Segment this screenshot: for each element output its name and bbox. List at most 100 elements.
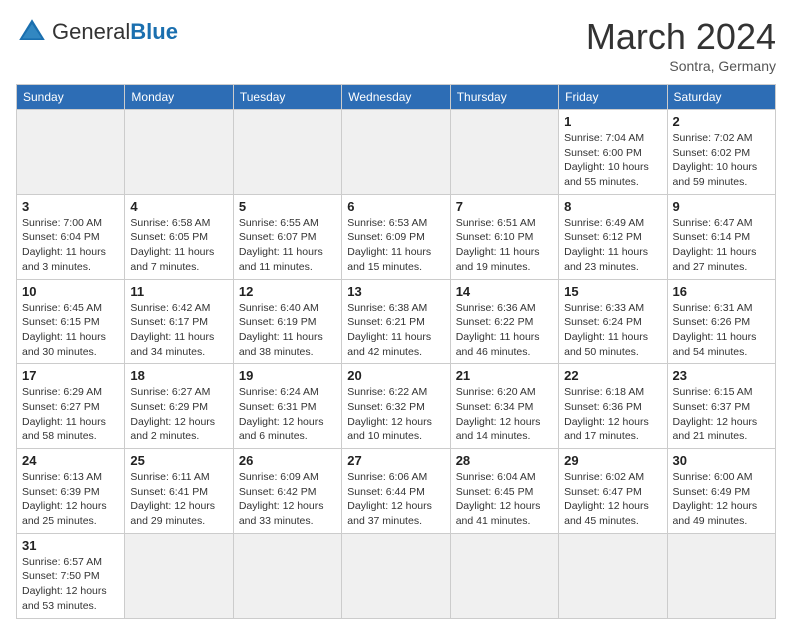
calendar-cell-r3c2: 19 Sunrise: 6:24 AM Sunset: 6:31 PM Dayli… [233,364,341,449]
calendar-cell-r1c0: 3 Sunrise: 7:00 AM Sunset: 6:04 PM Daylig… [17,194,125,279]
calendar-cell-r4c2: 26Sunrise: 6:09 AM Sunset: 6:42 PM Dayli… [233,449,341,534]
day-info: Sunrise: 7:00 AM Sunset: 6:04 PM Dayligh… [22,216,119,275]
day-number: 24 [22,453,119,468]
calendar-cell-r4c1: 25 Sunrise: 6:11 AM Sunset: 6:41 PM Dayli… [125,449,233,534]
day-info: Sunrise: 6:51 AM Sunset: 6:10 PM Dayligh… [456,216,553,275]
day-info: Sunrise: 6:53 AM Sunset: 6:09 PM Dayligh… [347,216,444,275]
calendar-cell-r2c5: 15 Sunrise: 6:33 AM Sunset: 6:24 PM Dayli… [559,279,667,364]
day-number: 1 [564,114,661,129]
day-info: Sunrise: 6:13 AM Sunset: 6:39 PM Dayligh… [22,470,119,529]
day-number: 31 [22,538,119,553]
logo: GeneralBlue [16,16,178,48]
calendar-row-4: 24 Sunrise: 6:13 AM Sunset: 6:39 PM Dayli… [17,449,776,534]
day-info: Sunrise: 6:55 AM Sunset: 6:07 PM Dayligh… [239,216,336,275]
calendar-cell-r4c4: 28Sunrise: 6:04 AM Sunset: 6:45 PM Dayli… [450,449,558,534]
day-number: 21 [456,368,553,383]
day-number: 16 [673,284,770,299]
day-number: 28 [456,453,553,468]
calendar-cell-r3c1: 18Sunrise: 6:27 AM Sunset: 6:29 PM Dayli… [125,364,233,449]
day-number: 15 [564,284,661,299]
calendar-cell-r0c2 [233,110,341,195]
day-number: 13 [347,284,444,299]
day-info: Sunrise: 6:33 AM Sunset: 6:24 PM Dayligh… [564,301,661,360]
day-number: 7 [456,199,553,214]
day-info: Sunrise: 6:15 AM Sunset: 6:37 PM Dayligh… [673,385,770,444]
weekday-header-tuesday: Tuesday [233,85,341,110]
day-number: 25 [130,453,227,468]
day-info: Sunrise: 6:20 AM Sunset: 6:34 PM Dayligh… [456,385,553,444]
calendar-cell-r2c6: 16 Sunrise: 6:31 AM Sunset: 6:26 PM Dayli… [667,279,775,364]
calendar-cell-r0c5: 1 Sunrise: 7:04 AM Sunset: 6:00 PM Daylig… [559,110,667,195]
day-number: 26 [239,453,336,468]
calendar-cell-r1c3: 6Sunrise: 6:53 AM Sunset: 6:09 PM Daylig… [342,194,450,279]
calendar-cell-r4c0: 24 Sunrise: 6:13 AM Sunset: 6:39 PM Dayli… [17,449,125,534]
calendar-cell-r2c2: 12 Sunrise: 6:40 AM Sunset: 6:19 PM Dayli… [233,279,341,364]
calendar-cell-r1c4: 7 Sunrise: 6:51 AM Sunset: 6:10 PM Daylig… [450,194,558,279]
day-info: Sunrise: 6:49 AM Sunset: 6:12 PM Dayligh… [564,216,661,275]
day-info: Sunrise: 6:38 AM Sunset: 6:21 PM Dayligh… [347,301,444,360]
logo-text: GeneralBlue [52,19,178,45]
day-number: 27 [347,453,444,468]
calendar-row-1: 3 Sunrise: 7:00 AM Sunset: 6:04 PM Daylig… [17,194,776,279]
weekday-header-friday: Friday [559,85,667,110]
day-number: 12 [239,284,336,299]
day-number: 9 [673,199,770,214]
calendar-row-5: 31 Sunrise: 6:57 AM Sunset: 7:50 PM Dayli… [17,533,776,618]
calendar-cell-r0c3 [342,110,450,195]
calendar-cell-r5c6 [667,533,775,618]
day-info: Sunrise: 7:02 AM Sunset: 6:02 PM Dayligh… [673,131,770,190]
calendar-cell-r3c5: 22Sunrise: 6:18 AM Sunset: 6:36 PM Dayli… [559,364,667,449]
day-number: 30 [673,453,770,468]
day-info: Sunrise: 6:29 AM Sunset: 6:27 PM Dayligh… [22,385,119,444]
day-info: Sunrise: 6:24 AM Sunset: 6:31 PM Dayligh… [239,385,336,444]
day-info: Sunrise: 6:45 AM Sunset: 6:15 PM Dayligh… [22,301,119,360]
weekday-header-saturday: Saturday [667,85,775,110]
day-info: Sunrise: 6:57 AM Sunset: 7:50 PM Dayligh… [22,555,119,614]
day-number: 10 [22,284,119,299]
calendar-cell-r1c2: 5Sunrise: 6:55 AM Sunset: 6:07 PM Daylig… [233,194,341,279]
day-number: 22 [564,368,661,383]
calendar-cell-r5c5 [559,533,667,618]
day-number: 4 [130,199,227,214]
weekday-header-thursday: Thursday [450,85,558,110]
month-title: March 2024 [586,16,776,58]
day-number: 8 [564,199,661,214]
day-info: Sunrise: 6:58 AM Sunset: 6:05 PM Dayligh… [130,216,227,275]
calendar-cell-r5c3 [342,533,450,618]
weekday-header-monday: Monday [125,85,233,110]
calendar-cell-r2c4: 14Sunrise: 6:36 AM Sunset: 6:22 PM Dayli… [450,279,558,364]
calendar-cell-r0c4 [450,110,558,195]
calendar-cell-r5c4 [450,533,558,618]
page-header: GeneralBlue March 2024 Sontra, Germany [16,16,776,74]
calendar-cell-r0c0 [17,110,125,195]
calendar-row-0: 1 Sunrise: 7:04 AM Sunset: 6:00 PM Daylig… [17,110,776,195]
day-info: Sunrise: 6:27 AM Sunset: 6:29 PM Dayligh… [130,385,227,444]
calendar-cell-r2c1: 11Sunrise: 6:42 AM Sunset: 6:17 PM Dayli… [125,279,233,364]
calendar-cell-r5c0: 31 Sunrise: 6:57 AM Sunset: 7:50 PM Dayli… [17,533,125,618]
calendar-row-3: 17Sunrise: 6:29 AM Sunset: 6:27 PM Dayli… [17,364,776,449]
day-info: Sunrise: 7:04 AM Sunset: 6:00 PM Dayligh… [564,131,661,190]
calendar-cell-r5c2 [233,533,341,618]
day-number: 19 [239,368,336,383]
day-info: Sunrise: 6:22 AM Sunset: 6:32 PM Dayligh… [347,385,444,444]
calendar-table: SundayMondayTuesdayWednesdayThursdayFrid… [16,84,776,619]
day-info: Sunrise: 6:42 AM Sunset: 6:17 PM Dayligh… [130,301,227,360]
day-info: Sunrise: 6:11 AM Sunset: 6:41 PM Dayligh… [130,470,227,529]
calendar-row-2: 10 Sunrise: 6:45 AM Sunset: 6:15 PM Dayli… [17,279,776,364]
weekday-header-wednesday: Wednesday [342,85,450,110]
day-number: 2 [673,114,770,129]
location-subtitle: Sontra, Germany [586,58,776,74]
calendar-cell-r1c1: 4 Sunrise: 6:58 AM Sunset: 6:05 PM Daylig… [125,194,233,279]
calendar-cell-r0c6: 2 Sunrise: 7:02 AM Sunset: 6:02 PM Daylig… [667,110,775,195]
calendar-cell-r5c1 [125,533,233,618]
day-info: Sunrise: 6:40 AM Sunset: 6:19 PM Dayligh… [239,301,336,360]
day-info: Sunrise: 6:47 AM Sunset: 6:14 PM Dayligh… [673,216,770,275]
weekday-header-sunday: Sunday [17,85,125,110]
day-number: 3 [22,199,119,214]
logo-icon [16,16,48,48]
calendar-cell-r4c3: 27Sunrise: 6:06 AM Sunset: 6:44 PM Dayli… [342,449,450,534]
day-info: Sunrise: 6:36 AM Sunset: 6:22 PM Dayligh… [456,301,553,360]
day-info: Sunrise: 6:31 AM Sunset: 6:26 PM Dayligh… [673,301,770,360]
calendar-cell-r3c6: 23Sunrise: 6:15 AM Sunset: 6:37 PM Dayli… [667,364,775,449]
calendar-cell-r3c3: 20Sunrise: 6:22 AM Sunset: 6:32 PM Dayli… [342,364,450,449]
